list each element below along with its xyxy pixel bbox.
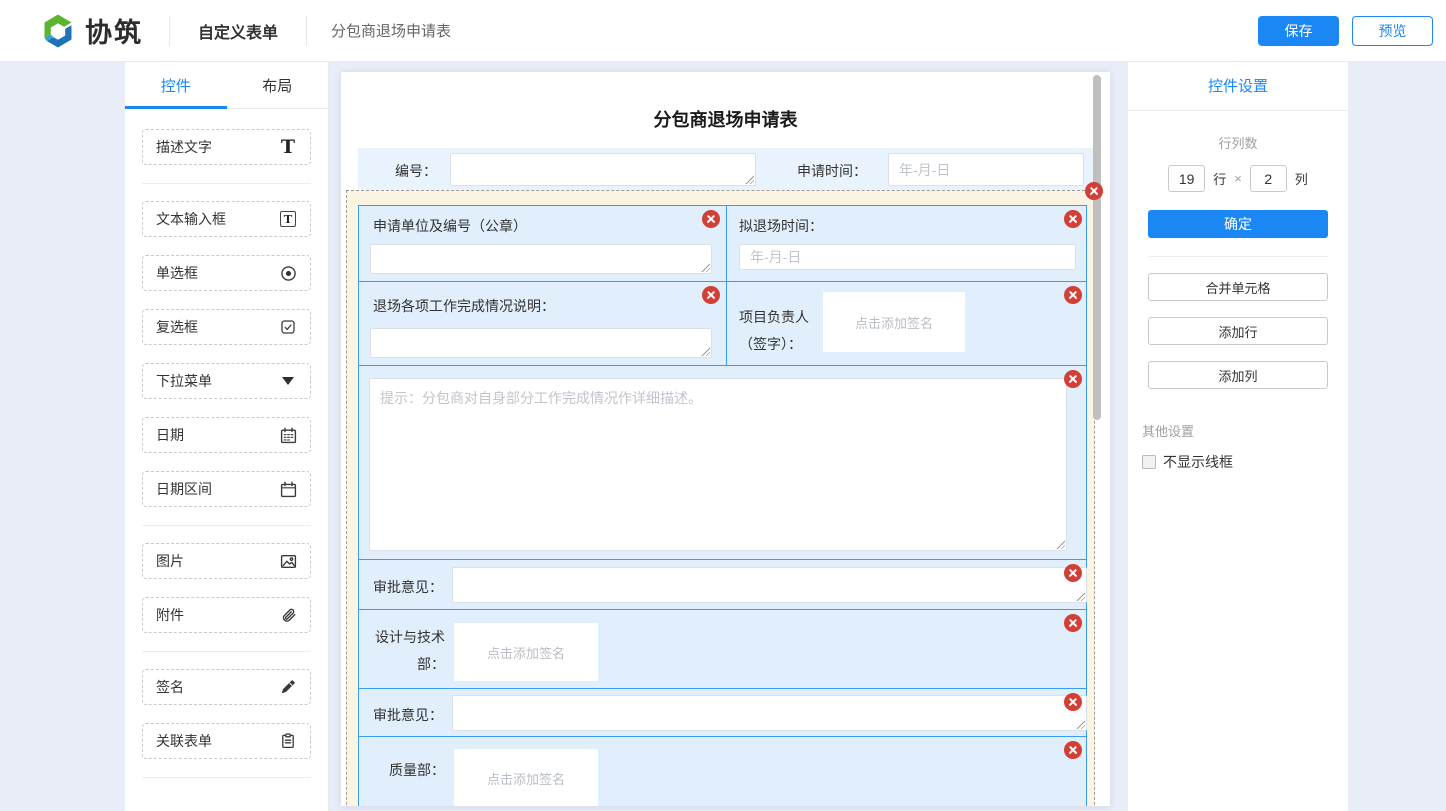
delete-cell-icon[interactable] — [1064, 564, 1082, 582]
header-divider-2 — [306, 16, 307, 46]
radio-icon — [278, 263, 298, 283]
table-row-approval-2[interactable]: 审批意见： — [359, 688, 1086, 736]
control-item-description-text[interactable]: 描述文字 T — [142, 129, 311, 165]
form-title: 分包商退场申请表 — [341, 106, 1110, 132]
confirm-button[interactable]: 确定 — [1148, 210, 1328, 238]
nav-title: 自定义表单 — [198, 19, 278, 43]
date-range-icon — [278, 479, 298, 499]
checkbox-icon — [278, 317, 298, 337]
table-row: 退场各项工作完成情况说明： 项目负责人（签字）： 点击添加签名 — [359, 281, 1086, 365]
table-row-quality-dept[interactable]: 质量部： 点击添加签名 — [359, 736, 1086, 806]
related-form-icon — [278, 731, 298, 751]
control-item-image[interactable]: 图片 — [142, 543, 311, 579]
description-textarea[interactable]: 提示：分包商对自身部分工作完成情况作详细描述。 — [369, 378, 1067, 551]
other-settings-label: 其他设置 — [1142, 421, 1348, 440]
rows-unit: 行 — [1213, 169, 1226, 188]
quality-dept-signature-box[interactable]: 点击添加签名 — [454, 749, 598, 806]
logo-hexagon-icon — [40, 13, 76, 49]
table-row-approval[interactable]: 审批意见： — [359, 559, 1086, 609]
sidebar-bottom-divider — [142, 777, 311, 778]
delete-cell-icon[interactable] — [1064, 210, 1082, 228]
control-item-checkbox[interactable]: 复选框 — [142, 309, 311, 345]
cell-exit-time[interactable]: 拟退场时间： 年-月-日 — [726, 206, 1086, 281]
resize-handle[interactable] — [1075, 591, 1085, 601]
settings-divider — [1148, 256, 1328, 257]
design-dept-signature-box[interactable]: 点击添加签名 — [454, 623, 598, 681]
cell-project-manager[interactable]: 项目负责人（签字）： 点击添加签名 — [726, 282, 1086, 365]
image-icon — [278, 551, 298, 571]
control-item-related-form[interactable]: 关联表单 — [142, 723, 311, 759]
current-form-name: 分包商退场申请表 — [331, 20, 451, 41]
rows-count-input[interactable] — [1168, 165, 1205, 192]
dropdown-icon — [278, 371, 298, 391]
control-item-radio[interactable]: 单选框 — [142, 255, 311, 291]
table-row-design-dept[interactable]: 设计与技术部： 点击添加签名 — [359, 609, 1086, 688]
settings-panel-title: 控件设置 — [1128, 62, 1348, 111]
cols-unit: 列 — [1295, 169, 1308, 188]
delete-cell-icon[interactable] — [702, 210, 720, 228]
form-table: 申请单位及编号（公章） 拟退场时间： 年-月-日 退场各项工作 — [358, 205, 1087, 806]
resize-handle[interactable] — [744, 174, 754, 184]
text-icon: T — [278, 137, 298, 157]
attachment-icon — [278, 605, 298, 625]
work-status-input[interactable] — [370, 328, 712, 358]
delete-table-icon[interactable] — [1085, 182, 1103, 200]
resize-handle[interactable] — [1055, 539, 1065, 549]
table-selection-wrapper[interactable]: 申请单位及编号（公章） 拟退场时间： 年-月-日 退场各项工作 — [346, 190, 1095, 806]
approval-input-2[interactable] — [452, 695, 1087, 731]
form-canvas: 分包商退场申请表 编号： 申请时间： 年-月-日 申请单位及编号（公章） — [341, 72, 1110, 806]
no-label: 编号： — [395, 161, 437, 181]
top-header: 协筑 自定义表单 分包商退场申请表 保存 预览 — [0, 0, 1446, 62]
resize-handle[interactable] — [1075, 719, 1085, 729]
tab-layout[interactable]: 布局 — [227, 62, 329, 108]
controls-sidebar: 控件 布局 描述文字 T 文本输入框 T 单选框 复选框 — [125, 62, 329, 811]
save-button[interactable]: 保存 — [1258, 16, 1339, 46]
delete-cell-icon[interactable] — [1064, 693, 1082, 711]
date-icon — [278, 425, 298, 445]
delete-cell-icon[interactable] — [1064, 741, 1082, 759]
delete-cell-icon[interactable] — [1064, 370, 1082, 388]
rowcol-label: 行列数 — [1128, 133, 1348, 152]
approval-input[interactable] — [452, 567, 1087, 603]
control-item-signature[interactable]: 签名 — [142, 669, 311, 705]
control-item-dropdown[interactable]: 下拉菜单 — [142, 363, 311, 399]
input-box-icon: T — [278, 209, 298, 229]
logo-text: 协筑 — [85, 11, 143, 50]
exit-date-input[interactable]: 年-月-日 — [739, 244, 1076, 270]
delete-cell-icon[interactable] — [1064, 614, 1082, 632]
table-row: 申请单位及编号（公章） 拟退场时间： 年-月-日 — [359, 206, 1086, 281]
signature-icon — [278, 677, 298, 697]
apply-unit-input[interactable] — [370, 244, 712, 274]
delete-cell-icon[interactable] — [1064, 286, 1082, 304]
cols-count-input[interactable] — [1250, 165, 1287, 192]
control-item-date-range[interactable]: 日期区间 — [142, 471, 311, 507]
resize-handle[interactable] — [700, 346, 710, 356]
settings-panel: 控件设置 行列数 行 × 列 确定 合并单元格 添加行 添加列 其他设置 不显示… — [1128, 62, 1348, 811]
cell-work-status[interactable]: 退场各项工作完成情况说明： — [359, 282, 726, 365]
control-item-attachment[interactable]: 附件 — [142, 597, 311, 633]
form-header-row[interactable]: 编号： 申请时间： 年-月-日 — [358, 148, 1093, 192]
times-symbol: × — [1234, 171, 1242, 186]
hide-border-checkbox[interactable] — [1142, 455, 1156, 469]
cell-apply-unit[interactable]: 申请单位及编号（公章） — [359, 206, 726, 281]
canvas-scrollbar[interactable] — [1093, 75, 1101, 420]
app-logo: 协筑 — [40, 11, 143, 50]
tab-controls[interactable]: 控件 — [125, 62, 227, 108]
delete-cell-icon[interactable] — [702, 286, 720, 304]
merge-cells-button[interactable]: 合并单元格 — [1148, 273, 1328, 301]
hide-border-label: 不显示线框 — [1163, 452, 1233, 472]
header-divider — [169, 16, 170, 46]
apply-time-label: 申请时间： — [797, 161, 867, 181]
table-row-description[interactable]: 提示：分包商对自身部分工作完成情况作详细描述。 — [359, 365, 1086, 559]
add-col-button[interactable]: 添加列 — [1148, 361, 1328, 389]
control-item-text-input[interactable]: 文本输入框 T — [142, 201, 311, 237]
resize-handle[interactable] — [700, 262, 710, 272]
control-item-date[interactable]: 日期 — [142, 417, 311, 453]
no-input[interactable] — [450, 153, 756, 186]
add-row-button[interactable]: 添加行 — [1148, 317, 1328, 345]
manager-signature-box[interactable]: 点击添加签名 — [823, 292, 965, 352]
apply-time-input[interactable]: 年-月-日 — [888, 153, 1084, 186]
preview-button[interactable]: 预览 — [1352, 16, 1433, 46]
